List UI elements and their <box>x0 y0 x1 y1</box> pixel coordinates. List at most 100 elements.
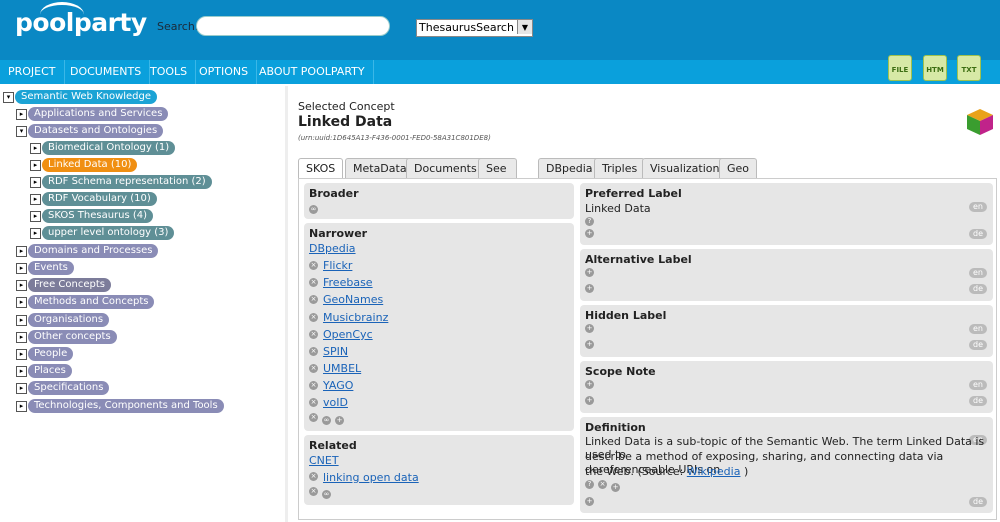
expand-icon[interactable]: ▸ <box>16 401 27 412</box>
tree-label[interactable]: Applications and Services <box>28 107 169 121</box>
narrower-link[interactable]: OpenCyc <box>323 328 373 341</box>
narrower-link[interactable]: DBpedia <box>309 242 356 255</box>
tree-label[interactable]: Biomedical Ontology (1) <box>42 141 176 155</box>
remove-icon[interactable]: × <box>309 487 318 496</box>
tab-dbpedia[interactable]: DBpedia <box>538 158 601 178</box>
expand-icon[interactable]: ▸ <box>30 160 41 171</box>
nav-about[interactable]: ABOUT POOLPARTY <box>251 60 374 84</box>
tree-label[interactable]: SKOS Thesaurus (4) <box>42 209 154 223</box>
tab-triples[interactable]: Triples <box>594 158 646 178</box>
expand-icon[interactable]: ▸ <box>16 383 27 394</box>
expand-icon[interactable]: ▸ <box>16 246 27 257</box>
expand-icon[interactable]: ▸ <box>16 366 27 377</box>
tree-label[interactable]: Free Concepts <box>28 278 111 292</box>
expand-icon[interactable]: ▸ <box>30 228 41 239</box>
expand-icon[interactable]: ▸ <box>16 315 27 326</box>
tree-label[interactable]: Domains and Processes <box>28 244 159 258</box>
narrower-link[interactable]: voID <box>323 396 348 409</box>
related-link[interactable]: CNET <box>309 454 339 467</box>
add-broader-icon[interactable]: ∞ <box>309 205 318 214</box>
tree-label[interactable]: Datasets and Ontologies <box>28 124 164 138</box>
nav-project[interactable]: PROJECT <box>0 60 65 84</box>
tree-label[interactable]: Events <box>28 261 74 275</box>
help-icon[interactable]: ? <box>585 217 594 226</box>
remove-icon[interactable]: × <box>309 413 318 422</box>
add-icon[interactable]: + <box>585 229 594 238</box>
narrower-link[interactable]: Freebase <box>323 276 373 289</box>
tree-label[interactable]: Organisations <box>28 313 110 327</box>
add-icon[interactable]: + <box>585 340 594 349</box>
expand-icon[interactable]: ▸ <box>16 297 27 308</box>
remove-icon[interactable]: × <box>309 261 318 270</box>
expand-icon[interactable]: ▸ <box>16 280 27 291</box>
chevron-down-icon[interactable]: ▼ <box>516 20 532 34</box>
remove-icon[interactable]: × <box>309 381 318 390</box>
panel-splitter[interactable] <box>285 86 288 522</box>
tree-label[interactable]: Semantic Web Knowledge <box>15 90 158 104</box>
add-icon[interactable]: + <box>585 396 594 405</box>
tree-label[interactable]: Technologies, Components and Tools <box>28 399 224 413</box>
remove-icon[interactable]: × <box>309 472 318 481</box>
narrower-link[interactable]: GeoNames <box>323 293 383 306</box>
expand-icon[interactable]: ▸ <box>16 332 27 343</box>
remove-icon[interactable]: × <box>309 398 318 407</box>
expand-icon[interactable]: ▸ <box>30 177 41 188</box>
tree-label[interactable]: Other concepts <box>28 330 117 344</box>
narrower-link[interactable]: UMBEL <box>323 362 361 375</box>
tab-metadata[interactable]: MetaData <box>345 158 415 178</box>
remove-icon[interactable]: × <box>309 278 318 287</box>
expand-icon[interactable]: ▸ <box>30 194 41 205</box>
remove-icon[interactable]: × <box>309 313 318 322</box>
narrower-link[interactable]: YAGO <box>323 379 353 392</box>
narrower-link[interactable]: SPIN <box>323 345 348 358</box>
tab-geo[interactable]: Geo <box>719 158 758 178</box>
tree-label[interactable]: Methods and Concepts <box>28 295 155 309</box>
tab-see-also[interactable]: See Also <box>478 158 518 194</box>
add-icon[interactable]: + <box>585 380 594 389</box>
tab-documents[interactable]: Documents <box>406 158 485 178</box>
tree-label[interactable]: Specifications <box>28 381 110 395</box>
collapse-icon[interactable]: ▾ <box>16 126 27 137</box>
narrower-link[interactable]: Flickr <box>323 259 352 272</box>
tree-label[interactable]: Linked Data (10) <box>42 158 138 172</box>
remove-icon[interactable]: × <box>309 330 318 339</box>
export-htm-icon[interactable]: HTM <box>923 55 947 81</box>
remove-icon[interactable]: × <box>309 295 318 304</box>
nav-documents[interactable]: DOCUMENTS <box>62 60 151 84</box>
add-icon[interactable]: + <box>585 284 594 293</box>
add-icon[interactable]: + <box>611 483 620 492</box>
export-file-icon[interactable]: FILE <box>888 55 912 81</box>
search-input[interactable] <box>196 16 390 36</box>
expand-icon[interactable]: ▸ <box>16 263 27 274</box>
export-txt-icon[interactable]: TXT <box>957 55 981 81</box>
remove-icon[interactable]: × <box>309 364 318 373</box>
expand-icon[interactable]: ▸ <box>30 211 41 222</box>
add-icon[interactable]: + <box>335 416 344 425</box>
link-icon[interactable]: ∞ <box>322 416 331 425</box>
link-icon[interactable]: ∞ <box>322 490 331 499</box>
nav-options[interactable]: OPTIONS <box>191 60 258 84</box>
remove-icon[interactable]: × <box>309 347 318 356</box>
add-icon[interactable]: + <box>585 268 594 277</box>
tree-label[interactable]: People <box>28 347 74 361</box>
narrower-link[interactable]: Musicbrainz <box>323 311 388 324</box>
tree-label[interactable]: RDF Schema representation (2) <box>42 175 212 189</box>
related-link[interactable]: linking open data <box>323 471 419 484</box>
collapse-icon[interactable]: ▾ <box>3 92 14 103</box>
expand-icon[interactable]: ▸ <box>16 109 27 120</box>
add-icon[interactable]: + <box>585 497 594 506</box>
tree-label[interactable]: upper level ontology (3) <box>42 226 175 240</box>
add-icon[interactable]: + <box>585 324 594 333</box>
nav-tools[interactable]: TOOLS <box>142 60 197 84</box>
tree-label[interactable]: RDF Vocabulary (10) <box>42 192 157 206</box>
wikipedia-link[interactable]: Wikipedia <box>687 465 741 478</box>
expand-icon[interactable]: ▸ <box>30 143 41 154</box>
search-type-select[interactable]: ThesaurusSearch ▼ <box>416 19 533 37</box>
remove-icon[interactable]: × <box>598 480 607 489</box>
help-icon[interactable]: ? <box>585 480 594 489</box>
expand-icon[interactable]: ▸ <box>16 349 27 360</box>
tab-skos[interactable]: SKOS <box>298 158 344 179</box>
cube-icon[interactable] <box>966 108 994 136</box>
tree-label[interactable]: Places <box>28 364 72 378</box>
tab-visualization[interactable]: Visualization <box>642 158 728 178</box>
